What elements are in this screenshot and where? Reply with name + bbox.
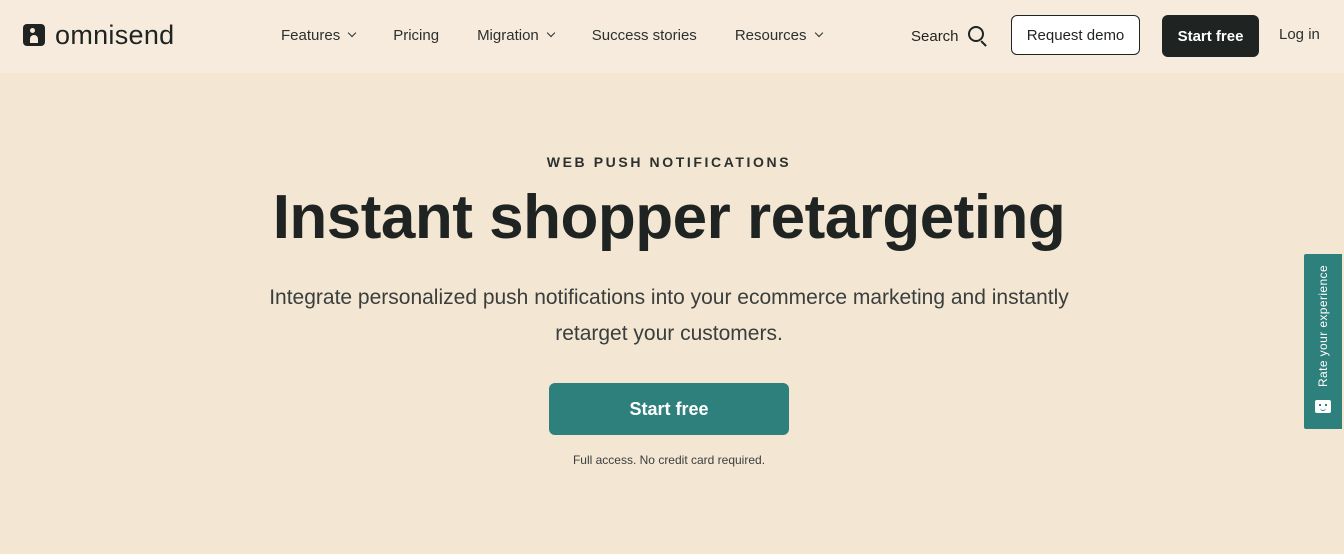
omnisend-logo-icon [23, 24, 45, 46]
nav-item-label: Pricing [393, 26, 440, 44]
request-demo-button[interactable]: Request demo [1011, 15, 1140, 55]
hero-note: Full access. No credit card required. [572, 453, 766, 467]
hero-title: Instant shopper retargeting [272, 183, 1066, 252]
search-icon [967, 26, 988, 46]
omnisend-logo[interactable]: omnisend [23, 20, 174, 50]
search-label: Search [911, 27, 959, 45]
feedback-label: Rate your experience [1316, 264, 1330, 388]
nav-item-label: Resources [734, 26, 807, 44]
nav-item-label: Success stories [591, 26, 697, 44]
hero-start-free-button[interactable]: Start free [549, 383, 789, 435]
chevron-down-icon [347, 28, 357, 38]
nav-item-success-stories[interactable]: Success stories [592, 27, 697, 44]
nav-item-resources[interactable]: Resources [734, 26, 823, 44]
chevron-down-icon [814, 28, 823, 38]
chevron-down-icon [546, 28, 556, 38]
smiley-icon [1315, 400, 1331, 413]
nav-item-features[interactable]: Features [281, 26, 357, 44]
rate-experience-tab[interactable]: Rate your experience [1304, 254, 1342, 429]
hero-subtitle: Integrate personalized push notification… [269, 286, 1069, 345]
search-button[interactable]: Search [911, 24, 988, 48]
site-header: omnisend Features Pricing Migration Succ… [0, 0, 1344, 73]
header-start-free-button[interactable]: Start free [1162, 15, 1259, 57]
nav-item-migration[interactable]: Migration [477, 26, 556, 44]
hero-eyebrow: WEB PUSH NOTIFICATIONS [546, 154, 792, 170]
main-nav: Features Pricing Migration Success stori… [281, 24, 823, 46]
nav-item-pricing[interactable]: Pricing [393, 27, 439, 44]
login-link[interactable]: Log in [1279, 26, 1320, 43]
logo-text: omnisend [55, 20, 175, 50]
nav-item-label: Features [281, 26, 341, 44]
nav-item-label: Migration [477, 26, 539, 44]
